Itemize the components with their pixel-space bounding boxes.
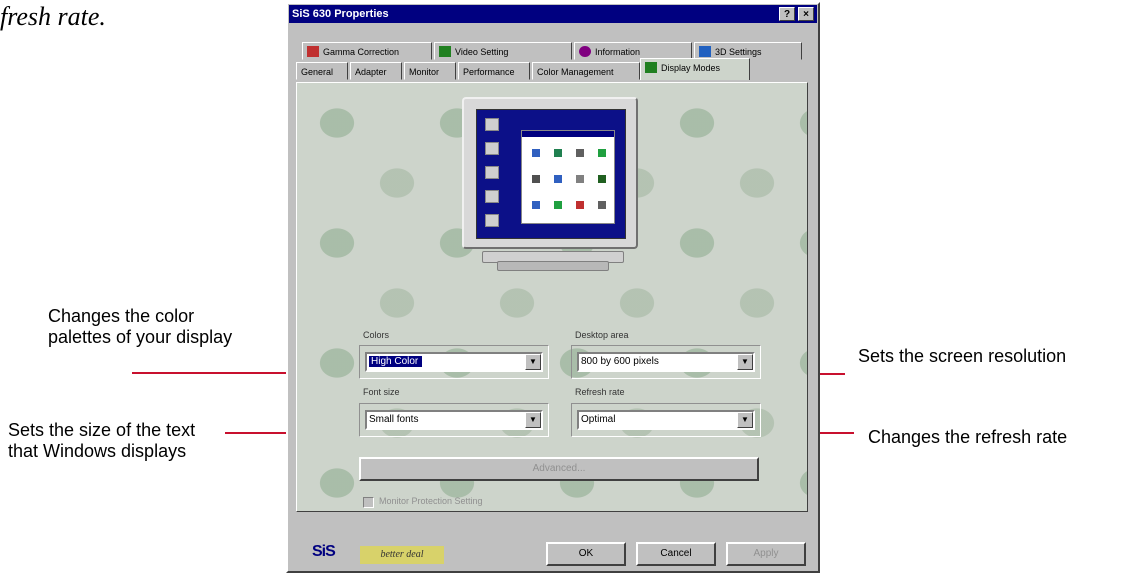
window-icon (532, 149, 540, 157)
slogan-badge: better deal (360, 546, 444, 564)
chevron-down-icon[interactable]: ▼ (525, 354, 541, 370)
font-size-label: Font size (363, 387, 400, 397)
monitor-protection-checkbox[interactable] (363, 497, 374, 508)
colors-select[interactable]: High Color ▼ (365, 352, 543, 372)
tab-color-management[interactable]: Color Management (532, 62, 640, 80)
tab-monitor[interactable]: Monitor (404, 62, 456, 80)
desktop-icon (485, 214, 499, 227)
display-modes-icon (645, 62, 657, 73)
preview-window (521, 130, 615, 224)
window-icon (532, 201, 540, 209)
display-modes-panel: Colors High Color ▼ Desktop area 800 by … (296, 82, 808, 512)
callout-resolution: Sets the screen resolution (858, 346, 1067, 366)
desktop-preview-screen (476, 109, 626, 239)
window-icon (532, 175, 540, 183)
chevron-down-icon[interactable]: ▼ (525, 412, 541, 428)
colors-label: Colors (363, 330, 390, 340)
ok-button[interactable]: OK (546, 542, 626, 566)
desktop-icon (485, 166, 499, 179)
callout-colors: Changes the color palettes of your displ… (48, 306, 233, 347)
video-icon (439, 46, 451, 57)
window-icon (576, 201, 584, 209)
tab-video-setting[interactable]: Video Setting (434, 42, 572, 60)
chevron-down-icon[interactable]: ▼ (737, 412, 753, 428)
window-icon (576, 149, 584, 157)
gamma-icon (307, 46, 319, 57)
desktop-area-label: Desktop area (575, 330, 629, 340)
help-button[interactable]: ? (779, 7, 795, 21)
properties-dialog: SiS 630 Properties ? × Gamma Correction … (286, 2, 820, 573)
cube-icon (699, 46, 711, 57)
window-icon (576, 175, 584, 183)
desktop-icon (485, 118, 499, 131)
title-bar[interactable]: SiS 630 Properties ? × (289, 5, 817, 23)
callout-refresh: Changes the refresh rate (868, 427, 1068, 447)
chevron-down-icon[interactable]: ▼ (737, 354, 753, 370)
window-icon (598, 201, 606, 209)
tab-performance[interactable]: Performance (458, 62, 530, 80)
info-icon (579, 46, 591, 57)
cancel-button[interactable]: Cancel (636, 542, 716, 566)
window-icon (554, 201, 562, 209)
font-size-group: Small fonts ▼ (359, 403, 549, 437)
refresh-rate-group: Optimal ▼ (571, 403, 761, 437)
window-icon (554, 149, 562, 157)
tab-gamma-correction[interactable]: Gamma Correction (302, 42, 432, 60)
dialog-title: SiS 630 Properties (292, 8, 389, 20)
desktop-area-select[interactable]: 800 by 600 pixels ▼ (577, 352, 755, 372)
close-button[interactable]: × (798, 7, 814, 21)
monitor-protection-label: Monitor Protection Setting (379, 496, 483, 506)
desktop-area-group: 800 by 600 pixels ▼ (571, 345, 761, 379)
colors-group: High Color ▼ (359, 345, 549, 379)
font-size-select[interactable]: Small fonts ▼ (365, 410, 543, 430)
advanced-button[interactable]: Advanced... (359, 457, 759, 481)
window-icon (554, 175, 562, 183)
desktop-icon (485, 142, 499, 155)
window-icon (598, 149, 606, 157)
sis-logo: SiS (312, 543, 336, 560)
callout-font-size: Sets the size of the text that Windows d… (8, 420, 196, 461)
tab-display-modes[interactable]: Display Modes (640, 58, 750, 80)
refresh-rate-select[interactable]: Optimal ▼ (577, 410, 755, 430)
tab-general[interactable]: General (296, 62, 348, 80)
monitor-base (497, 261, 609, 271)
apply-button[interactable]: Apply (726, 542, 806, 566)
window-icon (598, 175, 606, 183)
preview-window-titlebar (522, 131, 614, 137)
page-text-fragment: fresh rate. (0, 2, 106, 31)
monitor-preview (462, 97, 638, 249)
tab-adapter[interactable]: Adapter (350, 62, 402, 80)
refresh-rate-label: Refresh rate (575, 387, 625, 397)
desktop-icon (485, 190, 499, 203)
